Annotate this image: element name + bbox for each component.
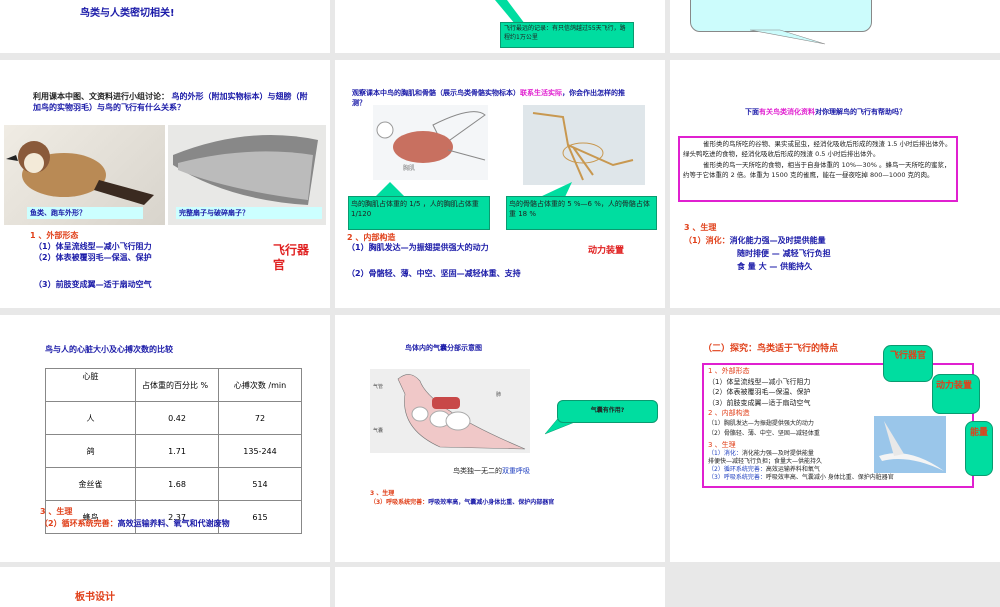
list-item: （3）前肢变成翼—适于扇动空气: [34, 280, 152, 289]
title-highlight: 有关鸟类消化资料: [759, 108, 815, 116]
section-heading: 3 、生理: [684, 223, 717, 232]
list-item: （2）体表被覆羽毛—保温、保护: [708, 388, 811, 396]
item-text: 随时排便 — 减轻飞行负担: [737, 249, 831, 258]
muscle-callout: 鸟的胸肌占体重的 1/5 ，人的胸肌占体重 1/120: [348, 196, 490, 230]
slide-title: 板书设计: [75, 592, 115, 603]
section-heading: 1 、外部形态: [30, 231, 79, 240]
item-text: 食 量 大 — 供能持久: [737, 262, 813, 271]
table-cell: 鸽: [45, 434, 136, 468]
table-cell: 人: [45, 401, 136, 435]
item-label: （3）呼吸系统完善：: [370, 499, 429, 506]
callout-tail: [750, 29, 826, 45]
heart-comparison-table: 心脏 占体重的百分比 % 心搏次数 /min 人 0.42 72 鸽 1.71 135-24…: [45, 368, 302, 534]
item-label: （3）呼吸系统完善：: [708, 474, 766, 481]
slide-thumbnail-5[interactable]: 观察课本中鸟的胸肌和骨骼（展示鸟类骨骼实物标本）联系生活实际，你会作出怎样的推测…: [335, 60, 665, 308]
label-lung: 肺: [496, 392, 502, 398]
label-trachea: 气管: [373, 384, 384, 390]
table-cell: 615: [218, 500, 302, 534]
item-label: （2）循环系统完善：: [708, 466, 766, 473]
slide-thumbnail-9[interactable]: （二）探究：鸟类适于飞行的特点 1 、外部形态 （1）体呈流线型—减小飞行阻力 …: [670, 315, 1000, 562]
caption-text: 鸟类独一无二的: [453, 467, 502, 475]
title-text: 对你理解鸟的飞行有帮助吗？: [815, 108, 906, 116]
table-cell: 1.71: [135, 434, 219, 468]
item-text: 高效运输养料、氧气和代谢废物: [117, 519, 230, 528]
item-text: 呼吸效率高，气囊减小身体比重、保护内部器官: [428, 499, 555, 506]
slide-text: 鸟类与人类密切相关!: [80, 8, 175, 19]
title-text: 下面: [745, 108, 759, 116]
table-header: 心搏次数 /min: [218, 368, 302, 402]
paragraph: 雀形类的鸟一天所吃的食物，相当于自身体重的 10%—30% 。蜂鸟一天所吃的蜜浆…: [683, 161, 951, 179]
list-item: （3）前肢变成翼—适于扇动空气: [708, 398, 811, 407]
slide-thumbnail-7[interactable]: 鸟与人的心脏大小及心搏次数的比较 心脏 占体重的百分比 % 心搏次数 /min 人0…: [0, 315, 330, 562]
item-text: 消化能力强—及时提供能量: [729, 236, 826, 245]
callout-tail: [540, 182, 572, 197]
air-sac-diagram: 气管 肺 气囊: [370, 369, 530, 453]
list-item: （2）骨骼轻、薄、中空、坚固—减轻体重、支持: [347, 269, 521, 278]
skeleton-callout: 鸟的骨骼占体重的 5 %—6 %，人的骨骼占体重 18 %: [506, 196, 657, 230]
question-highlight: 联系生活实际: [520, 89, 562, 97]
tag-energy: 能量: [965, 421, 993, 476]
tag-flight-organ: 飞行器官: [273, 243, 310, 272]
table-row: 金丝雀 1.68 514: [45, 467, 302, 501]
list-item: （2）体表被覆羽毛—保温、保护: [34, 253, 152, 262]
item-text: 高效运输养料和氧气: [765, 466, 820, 473]
image-label-fan: 完整扇子与破碎扇子？: [176, 207, 322, 219]
image-label-fish: 鱼类、跑车外形？: [27, 207, 143, 219]
table-header: 占体重的百分比 %: [135, 368, 219, 402]
table-header: 心脏: [45, 368, 136, 402]
item-text: 消化能力强—及时提供能量: [741, 450, 814, 457]
item-label: （1）消化：: [708, 450, 742, 457]
tag-flight-organ: 飞行器官: [883, 345, 933, 382]
air-sac-callout: 气囊有作用?: [557, 400, 658, 423]
table-cell: 金丝雀: [45, 467, 136, 501]
table-row: 人 0.42 72: [45, 401, 302, 435]
slide-thumbnail-11[interactable]: [335, 567, 665, 607]
table-cell: 514: [218, 467, 302, 501]
table-cell: 72: [218, 401, 302, 435]
slide-thumbnail-4[interactable]: 利用课本中图、文资料进行小组讨论： 鸟的外形（附加实物标本）与翅膀（附加鸟的实物…: [0, 60, 330, 308]
table-cell: 0.42: [135, 401, 219, 435]
table-header-row: 心脏 占体重的百分比 % 心搏次数 /min: [45, 368, 302, 402]
callout-tail: [375, 182, 405, 197]
slide-thumbnail-1[interactable]: 鸟类与人类密切相关!: [0, 0, 330, 53]
table-row: 鸽 1.71 135-244: [45, 434, 302, 468]
slide-thumbnail-10[interactable]: 板书设计: [0, 567, 330, 607]
section-heading: 3 、生理: [40, 507, 73, 516]
gull-image: [874, 416, 946, 473]
item-text: 呼吸效率高、气囊减小 身体比重、保护内脏器官: [765, 474, 894, 481]
table-title: 鸟与人的心脏大小及心搏次数的比较: [45, 345, 173, 354]
paragraph: 雀形类的鸟所吃的谷物、果实或昆虫，经消化吸收后形成的残渣 1.5 小时后排出体外…: [683, 140, 952, 158]
table-cell: 1.68: [135, 467, 219, 501]
record-callout: 飞行最远的记录：有只信鸽越过55天飞行，路程约1万公里: [500, 22, 634, 48]
question-text: 观察课本中鸟的胸肌和骨骼（展示鸟类骨骼实物标本）: [352, 89, 520, 97]
slide-title: （二）探究：鸟类适于飞行的特点: [703, 344, 839, 354]
callout-tail: [495, 0, 525, 24]
label-air-sac: 气囊: [373, 428, 384, 434]
intro-text: 利用课本中图、文资料进行小组讨论：: [33, 92, 169, 101]
list-item: （1）胸肌发达—为振翅提供强大的动力: [347, 243, 489, 252]
section-heading: 3 、生理: [370, 490, 395, 497]
skeleton-image: [523, 105, 645, 185]
item-label: （1）消化：: [684, 236, 730, 245]
slide-thumbnail-6[interactable]: 下面有关鸟类消化资料对你理解鸟的飞行有帮助吗？ 雀形类的鸟所吃的谷物、果实或昆虫…: [670, 60, 1000, 308]
table-cell: 135-244: [218, 434, 302, 468]
list-item: （1）体呈流线型—减小飞行阻力: [34, 242, 152, 251]
digestion-info-box: 雀形类的鸟所吃的谷物、果实或昆虫，经消化吸收后形成的残渣 1.5 小时后排出体外…: [678, 136, 958, 202]
muscle-label: 胸肌: [403, 165, 416, 172]
slide-thumbnail-2[interactable]: 飞行最远的记录：有只信鸽越过55天飞行，路程约1万公里: [335, 0, 665, 53]
tag-power-device: 动力装置: [932, 374, 980, 414]
slide-thumbnail-3[interactable]: [670, 0, 1000, 53]
diagram-title: 鸟体内的气囊分部示意图: [405, 344, 482, 352]
item-label: （2）循环系统完善：: [40, 519, 118, 528]
tag-power-device: 动力装置: [588, 246, 625, 256]
pectoral-muscle-image: 胸肌: [373, 105, 488, 180]
slide-thumbnail-8[interactable]: 鸟体内的气囊分部示意图 气管 肺 气囊 气囊有作用? 鸟类独一无二的双重呼吸 3…: [335, 315, 665, 562]
caption-highlight: 双重呼吸: [502, 467, 530, 475]
